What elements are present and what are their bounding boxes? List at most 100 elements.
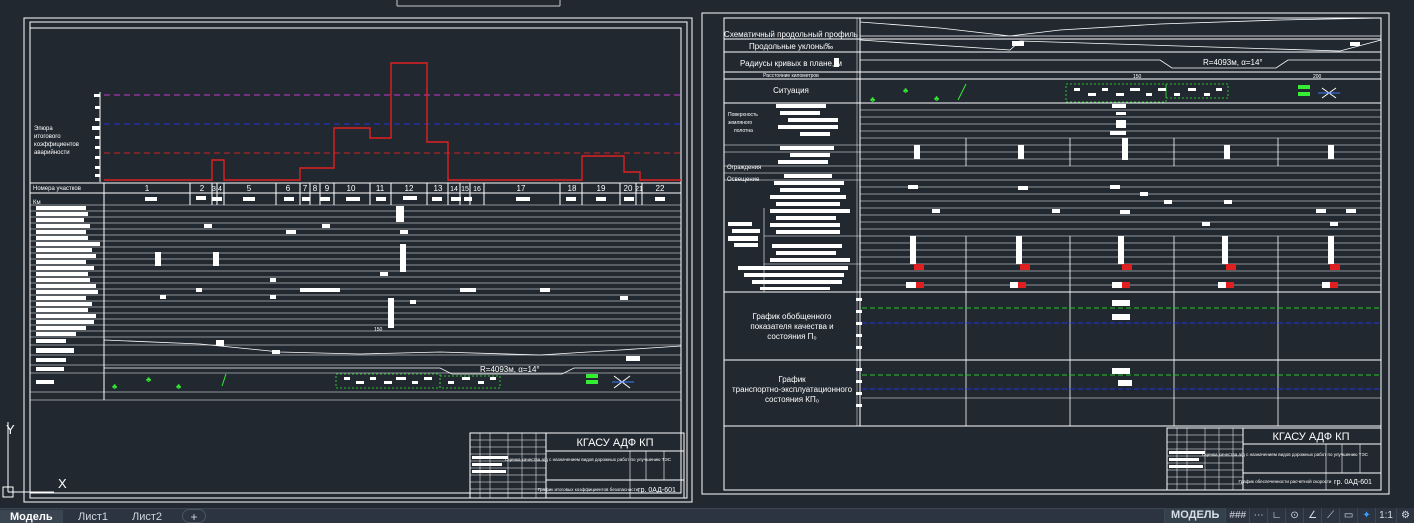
- model-space-canvas[interactable]: Эпюра итогового коэффициентов аварийност…: [0, 0, 1414, 508]
- right-title-org: КГАСУ АДФ КП: [1273, 431, 1350, 443]
- right-title-block: КГАСУ АДФ КП Оценка качества а/д с назна…: [1166, 427, 1382, 491]
- segment-number: 22: [656, 184, 665, 193]
- segment-number: 18: [568, 184, 577, 193]
- left-title-block: КГАСУ АДФ КП Оценка качества а/д с назна…: [469, 432, 685, 499]
- left-kilometer-marks: [145, 196, 665, 201]
- accident-coefficient-graph: [104, 62, 681, 181]
- left-situation-vegetation: ♣ ♣ ♣: [112, 373, 598, 391]
- segment-number-labels: 1 2 3 4 5 6 7 8 9 10 11 12 13 14 15 16 1…: [145, 184, 665, 193]
- segment-number: 3: [212, 186, 216, 193]
- right-curve-text: R=4093м, α=14°: [1203, 58, 1263, 67]
- graph2-label-line: состояния КП₀: [765, 395, 819, 404]
- segment-number: 7: [303, 184, 308, 193]
- graph-caption-line: аварийности: [34, 149, 70, 156]
- row-radii-label: Радиусы кривых в плане, м: [740, 59, 842, 68]
- svg-text:♣: ♣: [934, 94, 940, 103]
- segment-number: 9: [325, 184, 330, 193]
- ucs-y-label: Y: [6, 422, 15, 437]
- row-distance-label: Расстояние километров: [763, 73, 819, 79]
- surface-label-line: земляного: [728, 120, 752, 126]
- object-snap-icon[interactable]: ∠: [1303, 508, 1321, 523]
- settings-gear-icon[interactable]: ⚙: [1396, 508, 1414, 523]
- segment-number: 11: [376, 184, 385, 193]
- segment-number: 5: [247, 184, 252, 193]
- left-title-org: КГАСУ АДФ КП: [577, 437, 654, 449]
- graph2-label-line: транспортно-эксплуатационного: [732, 385, 853, 394]
- segment-number: 16: [473, 186, 481, 193]
- status-bar: МОДЕЛЬ ### ⋯ ∟ ⊙ ∠ ⟋ ▭ ✦ 1:1 ⚙: [1164, 508, 1414, 523]
- graph1-label-line: показателя качества и: [750, 322, 833, 331]
- drawing-svg: Эпюра итогового коэффициентов аварийност…: [2, 0, 1390, 503]
- right-title-sheet: График обеспеченности расчетной скорости: [1239, 478, 1332, 484]
- tab-model[interactable]: Модель: [0, 510, 63, 523]
- segment-number: 14: [450, 186, 458, 193]
- right-situation-buildings: [1074, 88, 1222, 96]
- object-tracking-icon[interactable]: ⟋: [1321, 508, 1339, 523]
- right-title-subject: Оценка качества а/д с назначением видов …: [1202, 452, 1369, 457]
- lineweight-icon[interactable]: ▭: [1339, 508, 1357, 523]
- segment-number: 4: [218, 186, 222, 193]
- segment-number: 19: [597, 184, 606, 193]
- segment-number: 10: [347, 184, 356, 193]
- segment-number: 17: [517, 184, 526, 193]
- left-situation-buildings: [344, 377, 496, 384]
- segment-number: 13: [434, 184, 443, 193]
- svg-text:♣: ♣: [146, 375, 152, 384]
- lighting-label: Освещение: [727, 177, 760, 183]
- segment-number: 21: [635, 186, 643, 193]
- left-title-subject: Оценка качества а/д с назначением видов …: [505, 457, 672, 462]
- ucs-icon: Y X: [2, 422, 67, 498]
- left-sheet-inner-frame: [29, 21, 688, 499]
- graph2-label-line: График: [778, 375, 806, 384]
- right-title-group: гр. 0АД-601: [1334, 479, 1372, 486]
- annotation-visibility-icon[interactable]: ✦: [1357, 508, 1375, 523]
- left-title-sheet: График итоговых коэффициентов безопаснос…: [538, 487, 639, 492]
- snap-icon[interactable]: ⋯: [1249, 508, 1267, 523]
- grid-icon[interactable]: ###: [1225, 508, 1249, 523]
- left-data-row-lines: [30, 204, 681, 401]
- ortho-icon[interactable]: ∟: [1267, 508, 1285, 523]
- right-red-marks: [914, 264, 1340, 288]
- graph-caption-line: коэффициентов: [34, 142, 79, 148]
- right-sheet: Схематичный продольный профиль Продольны…: [701, 12, 1390, 495]
- segment-number: 15: [461, 186, 469, 193]
- left-title-group: гр. 0АД-601: [638, 487, 676, 494]
- tab-sheet2[interactable]: Лист2: [122, 510, 172, 523]
- left-curve-text: R=4093м, α=14°: [480, 365, 540, 374]
- segment-number: 2: [200, 184, 205, 193]
- row-situation-label: Ситуация: [773, 86, 809, 95]
- svg-text:♣: ♣: [112, 382, 118, 391]
- left-profile-line: [103, 339, 682, 356]
- graph1-label-line: состояния П₀: [767, 332, 816, 341]
- right-data-row-lines: [724, 109, 1381, 292]
- model-space-toggle[interactable]: МОДЕЛЬ: [1164, 508, 1226, 523]
- row-profile-label: Схематичный продольный профиль: [724, 30, 858, 39]
- segment-number: 20: [624, 184, 633, 193]
- right-tick-150: 150: [1133, 74, 1142, 80]
- fencing-label: Ограждения: [727, 165, 761, 171]
- polar-tracking-icon[interactable]: ⊙: [1285, 508, 1303, 523]
- svg-text:♣: ♣: [176, 382, 182, 391]
- graph-caption-line: итогового: [34, 134, 61, 140]
- annotation-scale[interactable]: 1:1: [1375, 508, 1396, 523]
- right-tick-200: 200: [1313, 74, 1322, 80]
- add-layout-button[interactable]: +: [182, 509, 206, 523]
- right-profile-line: [859, 17, 1382, 37]
- segment-number: 12: [405, 184, 414, 193]
- tab-sheet1[interactable]: Лист1: [68, 510, 118, 523]
- surface-label-line: Поверхность: [728, 112, 758, 118]
- segment-number: 6: [286, 184, 291, 193]
- graph-caption-line: Эпюра: [34, 126, 53, 132]
- graph1-label-line: График обобщенного: [752, 312, 832, 321]
- svg-text:♣: ♣: [903, 86, 909, 95]
- segment-number: 1: [145, 184, 150, 193]
- row-slopes-label: Продольные уклоны‰: [749, 42, 833, 51]
- graph-y-ticks: [92, 94, 100, 177]
- surface-label-line: полотна: [734, 128, 753, 134]
- left-tick-150: 150: [374, 327, 383, 333]
- right-cell-marks: [906, 104, 1356, 386]
- row-header-segments: Номера участков: [33, 186, 81, 192]
- ucs-x-label: X: [58, 476, 67, 491]
- left-sheet-outer-frame: [23, 17, 693, 503]
- left-sheet: Эпюра итогового коэффициентов аварийност…: [23, 17, 693, 503]
